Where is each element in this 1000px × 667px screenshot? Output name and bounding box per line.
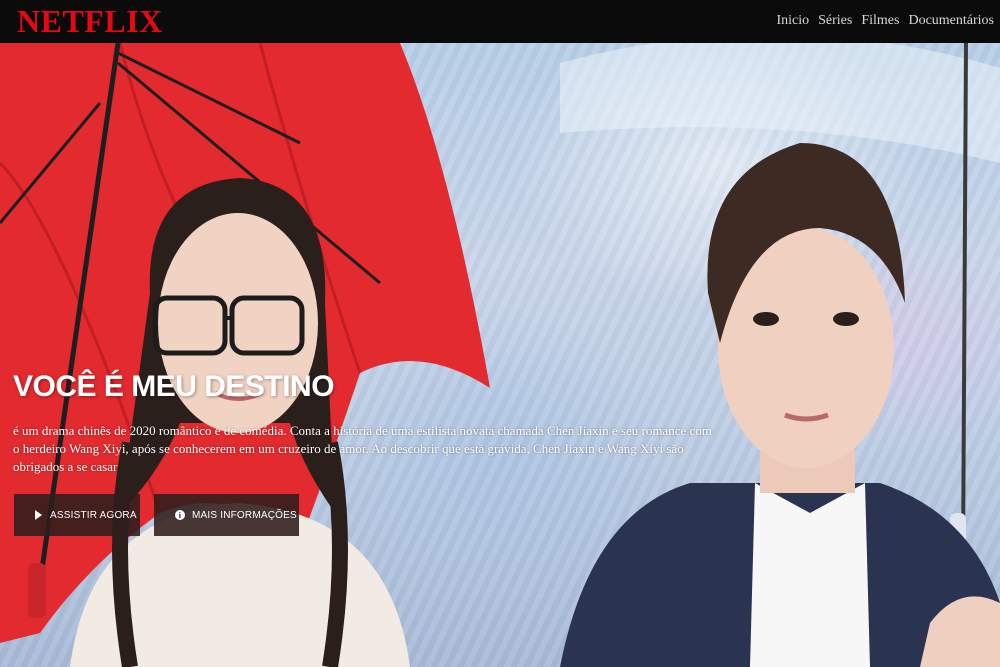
play-icon bbox=[35, 510, 42, 520]
movie-description: é um drama chinês de 2020 romântico e de… bbox=[13, 423, 712, 474]
hero-artwork bbox=[0, 43, 1000, 667]
netflix-logo[interactable]: NETFLIX bbox=[17, 3, 163, 40]
nav-link-series[interactable]: Séries bbox=[818, 13, 852, 29]
watch-now-label: ASSISTIR AGORA bbox=[50, 509, 137, 521]
nav-link-inicio[interactable]: Inicio bbox=[776, 13, 809, 29]
nav-link-documentarios[interactable]: Documentários bbox=[908, 13, 994, 29]
main-nav: Inicio Séries Filmes Documentários bbox=[776, 13, 994, 29]
info-icon: i bbox=[175, 510, 185, 520]
movie-title: VOCÊ É MEU DESTINO bbox=[13, 370, 335, 403]
more-info-label: MAIS INFORMAÇÕES bbox=[192, 509, 297, 521]
more-info-button[interactable]: i MAIS INFORMAÇÕES bbox=[154, 494, 299, 536]
hero-banner: VOCÊ É MEU DESTINO é um drama chinês de … bbox=[0, 43, 1000, 667]
top-navigation-bar: NETFLIX Inicio Séries Filmes Documentári… bbox=[0, 0, 1000, 43]
man-figure bbox=[560, 143, 1000, 667]
watch-now-button[interactable]: ASSISTIR AGORA bbox=[14, 494, 140, 536]
nav-link-filmes[interactable]: Filmes bbox=[861, 13, 899, 29]
